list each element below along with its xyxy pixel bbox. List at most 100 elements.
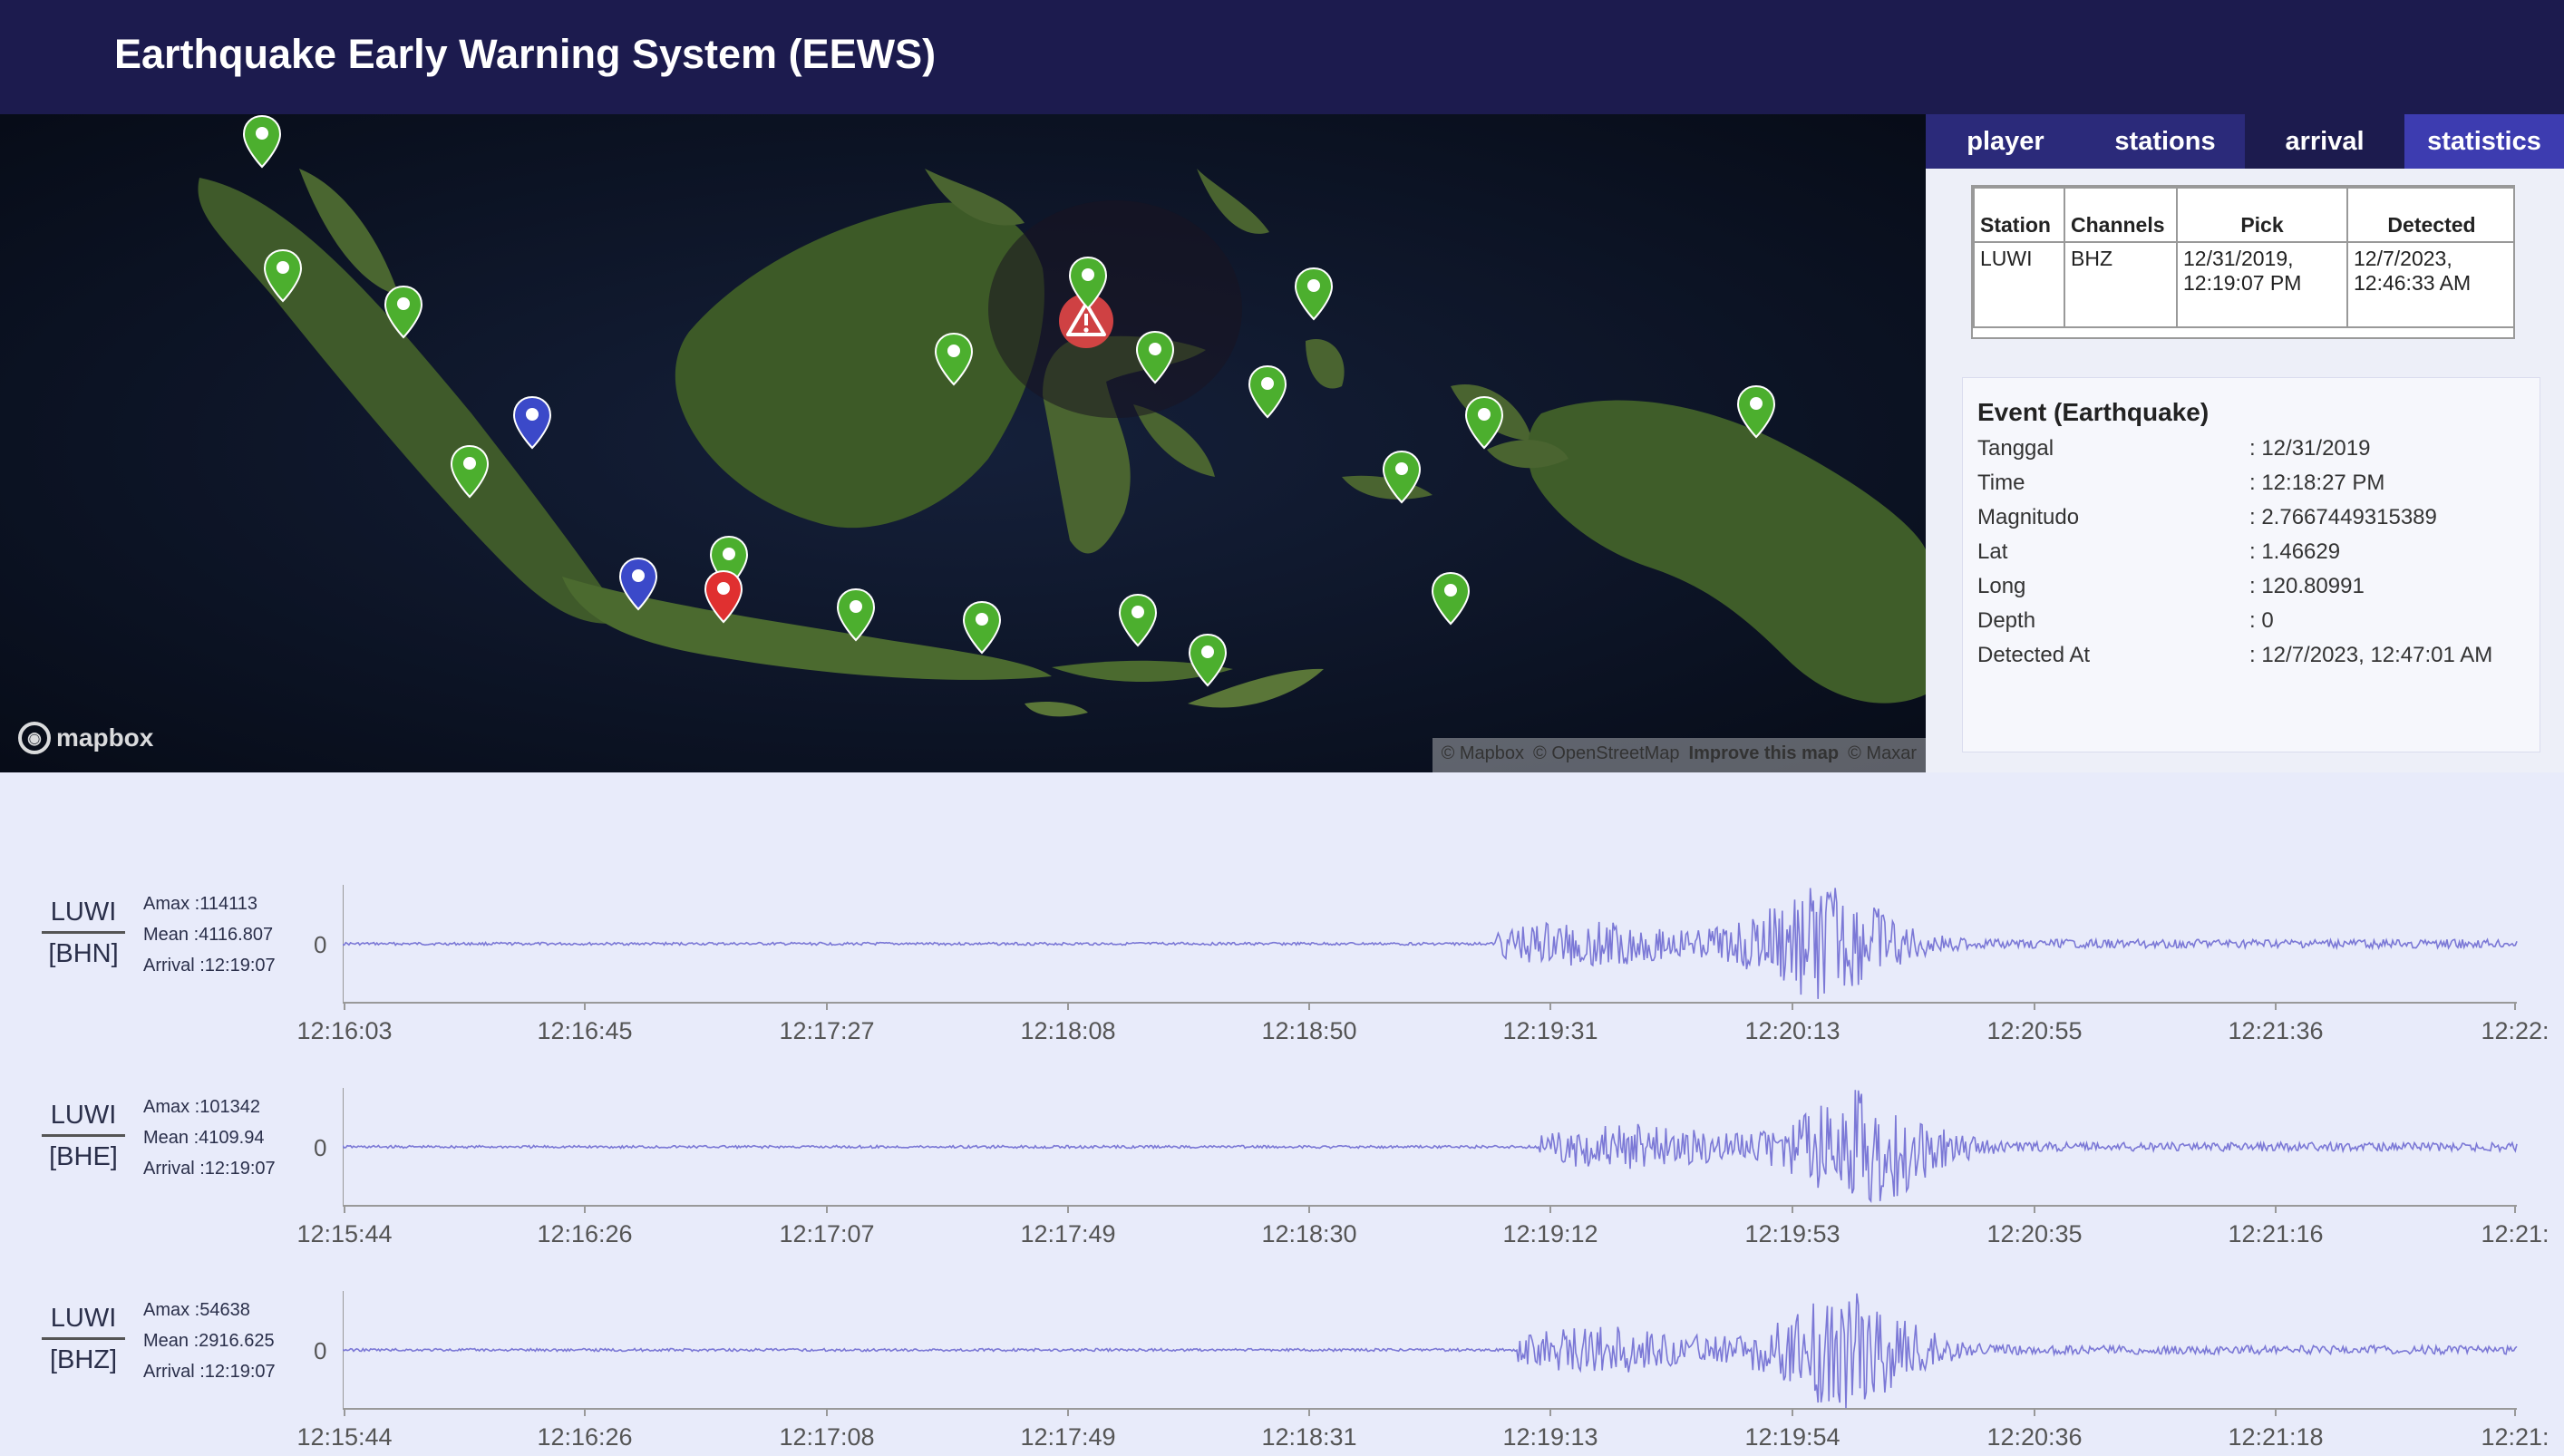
x-tick-label: 12:18:50 <box>1261 1017 1357 1044</box>
station-marker[interactable] <box>1293 267 1335 321</box>
pick-cell-channel: BHZ <box>2064 241 2178 328</box>
x-tick-label: 12:22: <box>2481 1017 2549 1044</box>
tab-stations[interactable]: stations <box>2085 114 2245 169</box>
app-header: Earthquake Early Warning System (EEWS) <box>0 0 2564 114</box>
event-row-lat: Lat : 1.46629 <box>1977 539 2525 565</box>
station-marker[interactable] <box>383 285 424 339</box>
event-row-time: Time : 12:18:27 PM <box>1977 471 2525 496</box>
zero-label: 0 <box>314 1337 327 1364</box>
event-value: : 1.46629 <box>2249 539 2341 564</box>
event-label: Time <box>1977 471 2025 495</box>
table-row: LUWI BHZ 12/31/2019, 12:19:07 PM 12/7/20… <box>1973 241 2513 328</box>
x-tick-label: 12:21:18 <box>2228 1423 2324 1451</box>
map-view[interactable]: ◉ mapbox © Mapbox © OpenStreetMap Improv… <box>0 114 1926 772</box>
station-marker[interactable] <box>1067 256 1109 310</box>
map-pin-icon <box>1248 364 1287 419</box>
waveform-block: LUWI [BHZ] Amax :54638 Mean :2916.625 Arriva… <box>0 1260 2564 1456</box>
station-marker[interactable] <box>1463 395 1505 450</box>
tab-player[interactable]: player <box>1926 114 2085 169</box>
station-marker[interactable] <box>835 587 877 642</box>
zero-label: 0 <box>314 931 327 958</box>
attribution-maxar-link[interactable]: © Maxar <box>1848 743 1917 767</box>
x-tick-label: 12:15:44 <box>296 1220 393 1247</box>
improve-map-link[interactable]: Improve this map <box>1689 743 1840 767</box>
station-marker[interactable] <box>1187 633 1229 687</box>
waveform-block: LUWI [BHE] Amax :101342 Mean :4109.94 Arriva… <box>0 1057 2564 1259</box>
map-pin-icon <box>1431 571 1471 626</box>
attribution-osm-link[interactable]: © OpenStreetMap <box>1533 743 1679 767</box>
event-row-detected-at: Detected At : 12/7/2023, 12:47:01 AM <box>1977 643 2525 668</box>
x-tick-label: 12:16:26 <box>537 1220 633 1247</box>
arrival-value: Arrival :12:19:07 <box>143 956 276 976</box>
event-value: : 120.80991 <box>2249 574 2365 598</box>
pick-table: Station Channels Pick Detected LUWI BHZ … <box>1973 187 2513 328</box>
mean-value: Mean :4109.94 <box>143 1128 265 1148</box>
x-tick-label: 12:18:08 <box>1020 1017 1116 1044</box>
pick-cell-pick: 12/31/2019, 12:19:07 PM <box>2176 241 2348 328</box>
station-marker[interactable] <box>1117 593 1159 647</box>
station-marker[interactable] <box>449 444 490 499</box>
tab-arrival[interactable]: arrival <box>2245 114 2404 169</box>
station-label: LUWI [BHN] <box>42 898 125 969</box>
station-marker[interactable] <box>617 557 659 611</box>
waveform-plot[interactable] <box>343 1088 2544 1242</box>
x-tick-label: 12:17:27 <box>779 1017 875 1044</box>
attribution-mapbox-link[interactable]: © Mapbox <box>1442 743 1524 767</box>
map-pin-icon <box>1736 384 1776 439</box>
wave-stats: Amax :101342 Mean :4109.94 Arrival :12:19:… <box>143 1092 276 1184</box>
station-marker[interactable] <box>511 395 553 450</box>
station-marker[interactable] <box>1735 384 1777 439</box>
station-marker[interactable] <box>1134 330 1176 384</box>
map-pin-icon <box>512 395 552 450</box>
waveform-plot[interactable] <box>343 885 2544 1039</box>
side-panel: player stations arrival statistics Stati… <box>1926 114 2564 772</box>
event-details: Event (Earthquake) Tanggal : 12/31/2019 … <box>1962 377 2540 752</box>
pick-cell-detected: 12/7/2023, 12:46:33 AM <box>2346 241 2513 328</box>
map-pin-icon <box>1135 330 1175 384</box>
x-tick-label: 12:21:16 <box>2228 1220 2324 1247</box>
map-pin-icon <box>1294 267 1334 321</box>
tab-statistics[interactable]: statistics <box>2404 114 2564 169</box>
map-pin-icon <box>836 587 876 642</box>
pick-table-container[interactable]: Station Channels Pick Detected LUWI BHZ … <box>1971 185 2515 339</box>
station-marker[interactable] <box>1381 450 1423 504</box>
map-pin-icon <box>962 600 1002 655</box>
event-value: : 12/7/2023, 12:47:01 AM <box>2249 643 2493 667</box>
eews-app: Earthquake Early Warning System (EEWS) ◉… <box>0 0 2564 1456</box>
event-value: : 2.7667449315389 <box>2249 505 2437 529</box>
station-marker[interactable] <box>961 600 1003 655</box>
station-marker[interactable] <box>1247 364 1288 419</box>
x-tick-label: 12:15:44 <box>296 1423 393 1451</box>
mapbox-logo[interactable]: ◉ mapbox <box>18 722 153 754</box>
event-label: Lat <box>1977 539 2008 564</box>
x-tick-label: 12:18:31 <box>1261 1423 1357 1451</box>
map-pin-icon <box>263 248 303 303</box>
map-pin-icon <box>704 569 743 624</box>
x-tick-label: 12:16:03 <box>296 1017 393 1044</box>
pick-col-detected: Detected <box>2346 187 2513 243</box>
arrival-value: Arrival :12:19:07 <box>143 1159 276 1179</box>
station-marker[interactable] <box>703 569 744 624</box>
station-name: LUWI <box>42 1304 125 1340</box>
panel-tabs: player stations arrival statistics <box>1926 114 2564 169</box>
event-label: Depth <box>1977 608 2036 633</box>
station-marker[interactable] <box>1430 571 1471 626</box>
x-tick-label: 12:21: <box>2481 1423 2549 1451</box>
station-marker[interactable] <box>262 248 304 303</box>
station-marker[interactable] <box>241 114 283 169</box>
map-pin-icon <box>618 557 658 611</box>
event-value: : 0 <box>2249 608 2274 633</box>
station-name: LUWI <box>42 1101 125 1137</box>
waveform-plot[interactable] <box>343 1291 2544 1445</box>
map-pin-icon <box>450 444 490 499</box>
x-tick-label: 12:19:13 <box>1502 1423 1598 1451</box>
event-row-magnitudo: Magnitudo : 2.7667449315389 <box>1977 505 2525 530</box>
x-tick-label: 12:16:45 <box>537 1017 633 1044</box>
x-tick-label: 12:20:36 <box>1986 1423 2083 1451</box>
channel-name: [BHN] <box>48 939 119 968</box>
mean-value: Mean :4116.807 <box>143 925 274 945</box>
event-title: Event (Earthquake) <box>1977 398 2210 426</box>
map-pin-icon <box>1068 256 1108 310</box>
station-marker[interactable] <box>933 332 975 386</box>
x-tick-label: 12:21: <box>2481 1220 2549 1247</box>
